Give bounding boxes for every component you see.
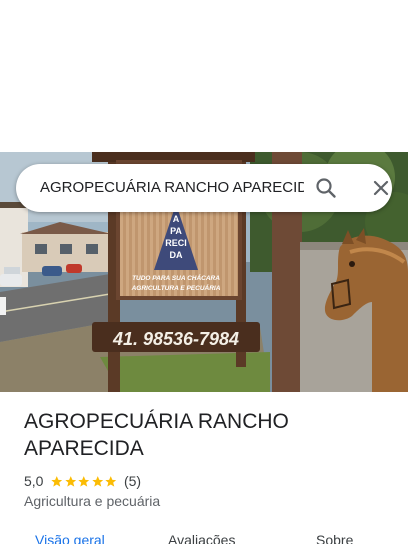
place-title-line1: AGROPECUÁRIA RANCHO <box>24 410 289 433</box>
place-title-line2: APARECIDA <box>24 437 144 460</box>
star-icon <box>92 475 104 487</box>
review-count[interactable]: (5) <box>124 473 141 489</box>
search-icon[interactable] <box>314 176 338 200</box>
rating-row[interactable]: 5,0 (5) <box>24 472 141 490</box>
place-category[interactable]: Agricultura e pecuária <box>24 493 160 509</box>
search-input[interactable]: AGROPECUÁRIA RANCHO APARECIDA <box>40 164 304 212</box>
star-icon <box>78 475 90 487</box>
sign-slogan-line1: TUDO PARA SUA CHÁCARA <box>132 273 220 282</box>
star-icon <box>105 475 117 487</box>
rating-stars <box>50 475 118 488</box>
star-icon <box>65 475 77 487</box>
place-tabs: Visão geral Avaliações Sobre <box>0 528 408 544</box>
tab-about[interactable]: Sobre <box>316 532 353 544</box>
sign-brand-line4: DA <box>170 250 183 260</box>
tab-overview[interactable]: Visão geral <box>35 532 105 544</box>
map-blank-area <box>0 0 408 152</box>
sign-brand-line2: PA <box>170 226 182 236</box>
sign-brand-line1: A <box>173 214 180 224</box>
star-icon <box>51 475 63 487</box>
sign-brand-line3: RECI <box>165 238 187 248</box>
tab-reviews[interactable]: Avaliações <box>168 532 235 544</box>
sign-phone: 41. 98536-7984 <box>112 329 239 349</box>
close-icon[interactable] <box>369 176 393 200</box>
search-bar[interactable]: AGROPECUÁRIA RANCHO APARECIDA <box>16 164 392 212</box>
sign-slogan-line2: AGRICULTURA E PECUÁRIA <box>131 283 221 292</box>
rating-value: 5,0 <box>24 473 44 489</box>
place-title: AGROPECUÁRIA RANCHO APARECIDA <box>24 408 384 462</box>
